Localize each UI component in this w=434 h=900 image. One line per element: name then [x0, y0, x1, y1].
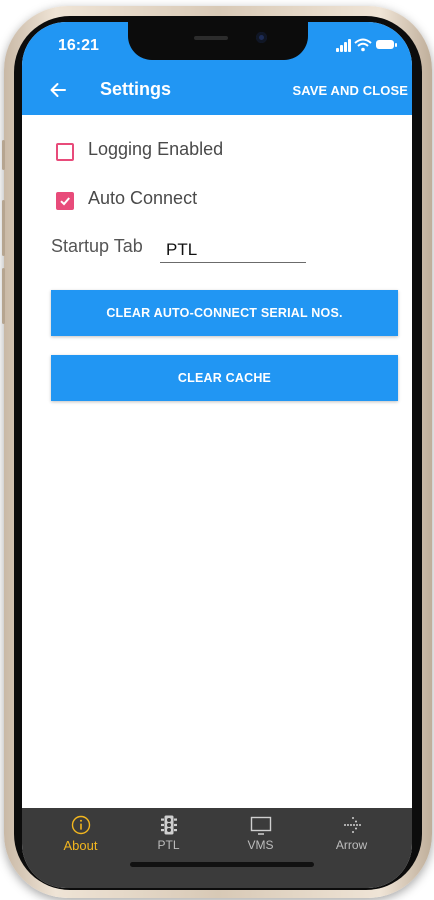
app-screen: 16:21 Settings SAVE AND CLOSE Logging En…	[22, 22, 412, 888]
checkbox-checked-icon[interactable]	[56, 192, 74, 210]
home-indicator	[130, 862, 314, 867]
app-bar: 16:21 Settings SAVE AND CLOSE	[22, 22, 412, 115]
camera-icon	[256, 32, 267, 43]
page-title: Settings	[100, 79, 172, 99]
bottom-nav: About PTL VMS Arrow	[22, 808, 412, 888]
clear-auto-connect-serials-button[interactable]: CLEAR AUTO-CONNECT SERIAL NOS.	[51, 290, 398, 336]
nav-label-ptl: PTL	[157, 838, 180, 852]
back-arrow-icon[interactable]	[48, 80, 68, 100]
traffic-light-icon	[160, 815, 177, 835]
signal-icon	[348, 39, 351, 52]
phone-side-button	[2, 268, 5, 324]
nav-item-arrow[interactable]: Arrow	[303, 814, 400, 864]
nav-label-vms: VMS	[247, 838, 274, 852]
info-icon	[71, 815, 90, 835]
nav-label-about: About	[63, 838, 98, 853]
speaker-icon	[194, 36, 228, 40]
arrow-dots-icon	[343, 817, 361, 833]
logging-enabled-label: Logging Enabled	[88, 139, 224, 159]
auto-connect-label: Auto Connect	[88, 188, 198, 208]
startup-tab-label: Startup Tab	[51, 236, 143, 256]
nav-item-vms[interactable]: VMS	[212, 814, 309, 864]
signal-icon	[344, 42, 347, 52]
clear-cache-button[interactable]: CLEAR CACHE	[51, 355, 398, 401]
startup-tab-input[interactable]	[160, 238, 306, 263]
signal-icon	[340, 45, 343, 52]
wifi-icon	[354, 38, 372, 52]
checkbox-unchecked-icon[interactable]	[56, 143, 74, 161]
phone-side-button	[2, 200, 5, 256]
notch	[128, 22, 308, 60]
signal-icon	[336, 48, 339, 52]
battery-icon	[376, 40, 397, 49]
phone-side-button	[2, 140, 5, 170]
status-time: 16:21	[58, 37, 99, 54]
nav-item-ptl[interactable]: PTL	[120, 814, 217, 864]
monitor-icon	[250, 816, 271, 835]
save-and-close-button[interactable]: SAVE AND CLOSE	[292, 83, 408, 98]
status-icons	[336, 38, 397, 52]
nav-item-about[interactable]: About	[32, 814, 129, 864]
nav-label-arrow: Arrow	[335, 838, 368, 852]
